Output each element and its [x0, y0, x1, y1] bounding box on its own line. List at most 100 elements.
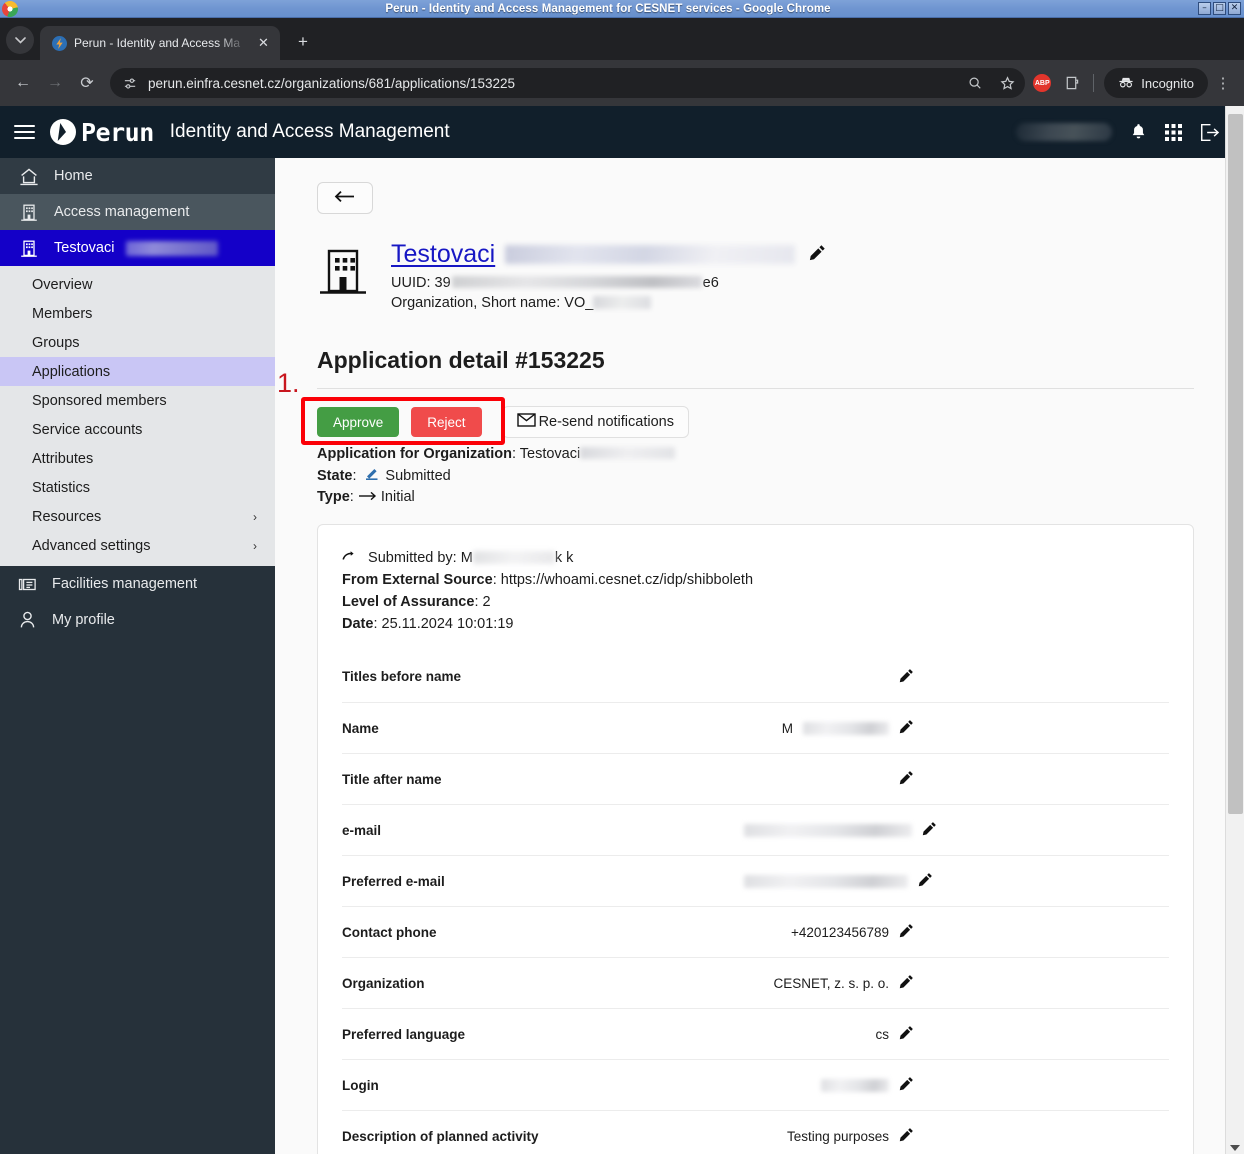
meta-type-value: Initial — [380, 489, 415, 505]
sidebar-item-statistics[interactable]: Statistics — [0, 473, 275, 502]
organization-name-redacted — [505, 245, 796, 264]
perun-logo[interactable]: Perun — [50, 118, 154, 147]
form-row-label: Login — [342, 1077, 379, 1093]
meta-state-value: Submitted — [385, 468, 451, 484]
back-button[interactable] — [317, 182, 373, 214]
search-icon[interactable] — [963, 71, 987, 95]
pencil-icon[interactable] — [899, 719, 914, 737]
submitted-by-suffix: k k — [554, 550, 574, 566]
sidebar-item-facilities-management[interactable]: Facilities management — [0, 566, 275, 602]
reject-button[interactable]: Reject — [411, 407, 482, 437]
meta-state-label: State — [317, 468, 353, 484]
pencil-icon[interactable] — [809, 244, 826, 265]
sidebar-item-attributes[interactable]: Attributes — [0, 444, 275, 473]
meta-organization-line: Application for Organization: Testovaci — [317, 444, 1194, 465]
sidebar-item-access-management[interactable]: Access management — [0, 194, 275, 230]
sidebar-item-testovaci-vo[interactable]: Testovaci — [0, 230, 275, 266]
pencil-icon[interactable] — [899, 1025, 914, 1043]
back-icon[interactable]: ← — [8, 68, 38, 98]
pencil-icon[interactable] — [899, 770, 914, 788]
sidebar-submenu: Overview Members Groups Applications Spo… — [0, 266, 275, 566]
pencil-icon[interactable] — [918, 872, 933, 890]
submitted-icon — [365, 467, 384, 483]
form-row-value-redacted — [803, 721, 889, 735]
submenu-label: Groups — [32, 334, 80, 351]
chevron-down-icon[interactable] — [6, 26, 34, 54]
browser-tab[interactable]: Perun - Identity and Access Ma ✕ — [40, 26, 280, 60]
pencil-icon[interactable] — [899, 974, 914, 992]
hamburger-icon[interactable] — [0, 106, 48, 158]
adblock-plus-icon[interactable]: ABP — [1033, 74, 1052, 92]
form-row-value-cell: CESNET, z. s. p. o. — [744, 974, 1169, 992]
action-toolbar: 1. Approve Reject Re-send notifications — [277, 368, 1194, 445]
sidebar-item-my-profile[interactable]: My profile — [0, 602, 275, 638]
maximize-button[interactable]: □ — [1213, 2, 1226, 15]
form-row: Contact phone +420123456789 — [342, 906, 1169, 957]
tune-icon[interactable] — [120, 73, 140, 93]
pencil-icon[interactable] — [899, 668, 914, 686]
pencil-icon[interactable] — [899, 1076, 914, 1094]
organization-header: Testovaci UUID: 39 e6 Organization, Short… — [317, 240, 1194, 311]
page-scrollbar[interactable] — [1225, 106, 1244, 1154]
pencil-icon[interactable] — [899, 1127, 914, 1145]
sidebar-item-overview[interactable]: Overview — [0, 270, 275, 299]
bell-icon[interactable] — [1130, 123, 1147, 141]
sidebar-item-members[interactable]: Members — [0, 299, 275, 328]
sidebar-item-home[interactable]: Home — [0, 158, 275, 194]
pencil-icon[interactable] — [899, 923, 914, 941]
sidebar-item-groups[interactable]: Groups — [0, 328, 275, 357]
card-meta: Submitted by: Mk k From External Source:… — [342, 547, 1169, 635]
user-name-redacted[interactable] — [1016, 123, 1112, 141]
scrollbar-thumb[interactable] — [1228, 114, 1243, 814]
logout-icon[interactable] — [1200, 123, 1220, 142]
main-content: Testovaci UUID: 39 e6 Organization, Short… — [275, 106, 1244, 1154]
sidebar-item-applications[interactable]: Applications — [0, 357, 275, 386]
scroll-down-arrow-icon[interactable] — [1230, 1145, 1240, 1151]
application-form-rows: Titles before name Name M Title after name e… — [342, 651, 1169, 1154]
grid-apps-icon[interactable] — [1165, 123, 1182, 141]
address-bar[interactable]: perun.einfra.cesnet.cz/organizations/681… — [110, 68, 1026, 98]
close-button[interactable]: ✕ — [1228, 2, 1241, 15]
form-row-value-cell: Testing purposes — [744, 1127, 1169, 1145]
building-icon — [18, 239, 40, 258]
reload-icon[interactable]: ⟳ — [72, 68, 102, 98]
incognito-indicator[interactable]: Incognito — [1104, 68, 1208, 98]
pencil-icon[interactable] — [922, 821, 937, 839]
form-row-value-redacted — [744, 874, 908, 888]
header-actions — [1016, 123, 1244, 142]
form-row-label: Name — [342, 720, 379, 736]
sidebar-item-service-accounts[interactable]: Service accounts — [0, 415, 275, 444]
facility-icon — [16, 576, 38, 593]
form-row-value: +420123456789 — [791, 924, 889, 940]
approve-button[interactable]: Approve — [317, 407, 400, 437]
building-icon — [317, 240, 373, 305]
minimize-button[interactable]: – — [1198, 2, 1211, 15]
extensions-icon[interactable] — [1059, 71, 1083, 95]
submenu-label: Sponsored members — [32, 392, 167, 409]
sidebar-item-resources[interactable]: Resources › — [0, 502, 275, 531]
form-row-value: CESNET, z. s. p. o. — [773, 975, 889, 991]
form-row-value-cell: +420123456789 — [744, 923, 1169, 941]
new-tab-button[interactable]: + — [289, 28, 317, 56]
external-source-line: From External Source: https://whoami.ces… — [342, 572, 754, 588]
form-row-label: Title after name — [342, 771, 442, 787]
browser-tabstrip: Perun - Identity and Access Ma ✕ + — [0, 18, 1244, 60]
form-row: Login — [342, 1059, 1169, 1110]
submitted-by-label: Submitted by: — [368, 550, 457, 566]
loa-label: Level of Assurance — [342, 594, 475, 610]
chevron-right-icon: › — [253, 538, 257, 553]
sidebar-item-advanced-settings[interactable]: Advanced settings › — [0, 531, 275, 560]
star-icon[interactable] — [995, 71, 1019, 95]
home-icon — [18, 167, 40, 186]
sidebar-item-sponsored-members[interactable]: Sponsored members — [0, 386, 275, 415]
form-row-value: cs — [875, 1026, 890, 1042]
forward-icon[interactable]: → — [40, 68, 70, 98]
kebab-menu-icon[interactable]: ⋮ — [1210, 68, 1236, 98]
form-row: Preferred language cs — [342, 1008, 1169, 1059]
resend-notifications-button[interactable]: Re-send notifications — [501, 406, 689, 438]
close-icon[interactable]: ✕ — [255, 35, 272, 52]
organization-name-link[interactable]: Testovaci — [391, 240, 495, 269]
form-row-value-cell — [744, 821, 1192, 839]
date-value: 25.11.2024 10:01:19 — [381, 616, 514, 632]
window-controls: – □ ✕ — [1198, 2, 1241, 15]
